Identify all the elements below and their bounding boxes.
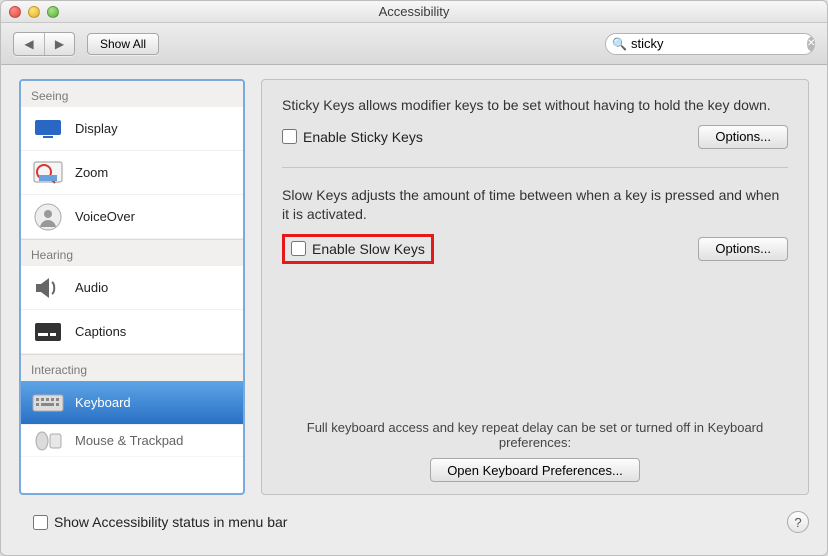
voiceover-icon <box>31 203 65 231</box>
show-status-label: Show Accessibility status in menu bar <box>54 514 287 530</box>
content-area: Seeing Display Zoom VoiceOver Hearing <box>1 65 827 505</box>
search-input[interactable] <box>631 36 807 51</box>
sidebar-item-label: Keyboard <box>75 395 131 410</box>
accessibility-window: Accessibility ◀ ▶ Show All 🔍 ✕ Seeing Di… <box>0 0 828 556</box>
show-status-input[interactable] <box>33 515 48 530</box>
titlebar: Accessibility <box>1 1 827 23</box>
slow-keys-label: Enable Slow Keys <box>312 241 425 257</box>
bottom-bar: Show Accessibility status in menu bar ? <box>1 505 827 543</box>
mouse-icon <box>31 427 65 455</box>
sidebar-item-zoom[interactable]: Zoom <box>21 151 243 195</box>
keyboard-icon <box>31 389 65 417</box>
zoom-pane-icon <box>31 159 65 187</box>
sidebar-item-label: VoiceOver <box>75 209 135 224</box>
nav-buttons: ◀ ▶ <box>13 32 75 56</box>
toolbar: ◀ ▶ Show All 🔍 ✕ <box>1 23 827 65</box>
sticky-keys-label: Enable Sticky Keys <box>303 129 423 145</box>
sticky-keys-options-button[interactable]: Options... <box>698 125 788 149</box>
keyboard-footer-text: Full keyboard access and key repeat dela… <box>282 420 788 450</box>
speaker-icon <box>31 274 65 302</box>
open-keyboard-preferences-button[interactable]: Open Keyboard Preferences... <box>430 458 640 482</box>
slow-keys-highlight: Enable Slow Keys <box>282 234 434 264</box>
slow-keys-input[interactable] <box>291 241 306 256</box>
forward-button[interactable]: ▶ <box>44 33 74 55</box>
sidebar-item-mouse-trackpad[interactable]: Mouse & Trackpad <box>21 425 243 457</box>
show-all-button[interactable]: Show All <box>87 33 159 55</box>
display-icon <box>31 115 65 143</box>
enable-sticky-keys-checkbox[interactable]: Enable Sticky Keys <box>282 129 423 145</box>
search-icon: 🔍 <box>612 37 627 51</box>
window-title: Accessibility <box>1 4 827 19</box>
settings-panel: Sticky Keys allows modifier keys to be s… <box>261 79 809 495</box>
enable-slow-keys-checkbox[interactable]: Enable Slow Keys <box>291 241 425 257</box>
section-interacting: Interacting <box>21 354 243 381</box>
slow-keys-description: Slow Keys adjusts the amount of time bet… <box>282 186 788 224</box>
help-button[interactable]: ? <box>787 511 809 533</box>
keyboard-footer: Full keyboard access and key repeat dela… <box>282 420 788 482</box>
category-sidebar: Seeing Display Zoom VoiceOver Hearing <box>19 79 245 495</box>
section-hearing: Hearing <box>21 239 243 266</box>
divider <box>282 167 788 168</box>
sidebar-item-label: Audio <box>75 280 108 295</box>
clear-search-icon[interactable]: ✕ <box>807 37 815 51</box>
search-field[interactable]: 🔍 ✕ <box>605 33 815 55</box>
sidebar-item-audio[interactable]: Audio <box>21 266 243 310</box>
sidebar-item-label: Captions <box>75 324 126 339</box>
slow-keys-options-button[interactable]: Options... <box>698 237 788 261</box>
show-status-menubar-checkbox[interactable]: Show Accessibility status in menu bar <box>33 514 287 530</box>
back-button[interactable]: ◀ <box>14 33 44 55</box>
sticky-keys-description: Sticky Keys allows modifier keys to be s… <box>282 96 788 115</box>
sidebar-item-display[interactable]: Display <box>21 107 243 151</box>
sidebar-item-label: Mouse & Trackpad <box>75 433 183 448</box>
sidebar-item-voiceover[interactable]: VoiceOver <box>21 195 243 239</box>
sidebar-item-label: Display <box>75 121 118 136</box>
sidebar-item-keyboard[interactable]: Keyboard <box>21 381 243 425</box>
captions-icon <box>31 318 65 346</box>
sticky-keys-input[interactable] <box>282 129 297 144</box>
section-seeing: Seeing <box>21 81 243 107</box>
sidebar-item-captions[interactable]: Captions <box>21 310 243 354</box>
sidebar-item-label: Zoom <box>75 165 108 180</box>
